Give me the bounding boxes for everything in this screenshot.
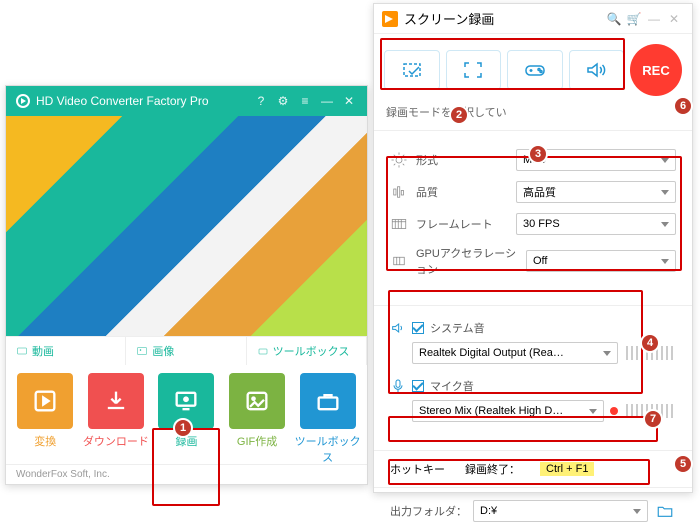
tab-image[interactable]: 画像 bbox=[126, 337, 246, 365]
mode-hint: 録画モードを選択してい bbox=[374, 104, 692, 126]
help-icon[interactable]: ? bbox=[253, 94, 269, 108]
speaker-icon bbox=[390, 320, 406, 336]
search-icon[interactable]: 🔍 bbox=[604, 12, 624, 26]
convert-button[interactable]: 変換 bbox=[12, 373, 79, 465]
system-audio-checkbox[interactable] bbox=[412, 322, 424, 334]
hotkey-stop-value: Ctrl + F1 bbox=[540, 462, 594, 476]
annotation-badge-5: 5 bbox=[673, 454, 693, 474]
mode-region-button[interactable] bbox=[384, 50, 440, 90]
annotation-badge-1: 1 bbox=[173, 418, 193, 438]
mic-status-dot bbox=[610, 407, 618, 415]
converter-footer: WonderFox Soft, Inc. bbox=[6, 464, 367, 484]
format-icon bbox=[390, 151, 408, 169]
system-audio-select[interactable]: Realtek Digital Output (Rea… bbox=[412, 342, 618, 364]
annotation-badge-6: 6 bbox=[673, 96, 693, 116]
hotkey-row: ホットキー 録画終了： Ctrl + F1 bbox=[374, 455, 692, 483]
annotation-badge-4: 4 bbox=[640, 333, 660, 353]
mode-game-button[interactable] bbox=[507, 50, 563, 90]
mic-audio-checkbox[interactable] bbox=[412, 380, 424, 392]
quality-select[interactable]: 高品質 bbox=[516, 181, 676, 203]
converter-titlebar: HD Video Converter Factory Pro ? ⚙ ≡ — ✕ bbox=[6, 86, 367, 116]
menu-icon[interactable]: ≡ bbox=[297, 94, 313, 108]
tab-video[interactable]: 動画 bbox=[6, 337, 126, 365]
mic-icon bbox=[390, 378, 406, 394]
system-audio-label: システム音 bbox=[430, 320, 485, 336]
format-label: 形式 bbox=[416, 152, 516, 168]
cart-icon[interactable]: 🛒 bbox=[624, 12, 644, 26]
main-buttons: 変換 ダウンロード 録画 GIF作成 ツールボックス bbox=[6, 365, 367, 469]
open-folder-icon[interactable] bbox=[654, 502, 676, 520]
annotation-badge-2: 2 bbox=[449, 105, 469, 125]
fps-label: フレームレート bbox=[416, 216, 516, 232]
audio-panel: システム音 Realtek Digital Output (Rea… マイク音 … bbox=[374, 310, 692, 446]
toolbox-button[interactable]: ツールボックス bbox=[294, 373, 361, 465]
hero-image bbox=[6, 116, 367, 336]
mode-audio-button[interactable] bbox=[569, 50, 625, 90]
minimize-icon[interactable]: — bbox=[319, 94, 335, 108]
recorder-titlebar: スクリーン録画 🔍 🛒 — ✕ bbox=[374, 4, 692, 34]
gif-button[interactable]: GIF作成 bbox=[224, 373, 291, 465]
quality-icon bbox=[390, 183, 408, 201]
recorder-logo-icon bbox=[382, 11, 398, 27]
annotation-badge-7: 7 bbox=[643, 409, 663, 429]
gpu-icon bbox=[390, 252, 408, 270]
converter-title: HD Video Converter Factory Pro bbox=[36, 94, 247, 108]
close-icon[interactable]: ✕ bbox=[341, 94, 357, 108]
mic-audio-label: マイク音 bbox=[430, 378, 474, 394]
recorder-title: スクリーン録画 bbox=[404, 9, 604, 28]
category-tabs: 動画 画像 ツールボックス bbox=[6, 336, 367, 365]
hotkey-stop-label: 録画終了： bbox=[465, 461, 520, 477]
mode-row: REC bbox=[374, 34, 692, 104]
gpu-select[interactable]: Off bbox=[526, 250, 676, 272]
close-icon[interactable]: ✕ bbox=[664, 12, 684, 26]
minimize-icon[interactable]: — bbox=[644, 12, 664, 26]
tab-toolbox[interactable]: ツールボックス bbox=[247, 337, 367, 365]
mode-fullscreen-button[interactable] bbox=[446, 50, 502, 90]
fps-icon bbox=[390, 215, 408, 233]
annotation-badge-3: 3 bbox=[528, 144, 548, 164]
rec-button[interactable]: REC bbox=[630, 44, 682, 96]
mic-audio-select[interactable]: Stereo Mix (Realtek High D… bbox=[412, 400, 604, 422]
app-logo-icon bbox=[16, 94, 30, 108]
output-path-select[interactable]: D:¥ bbox=[473, 500, 648, 522]
quality-label: 品質 bbox=[416, 184, 516, 200]
fps-select[interactable]: 30 FPS bbox=[516, 213, 676, 235]
output-label: 出力フォルダ： bbox=[390, 503, 467, 519]
hotkey-label: ホットキー bbox=[390, 461, 445, 477]
settings-icon[interactable]: ⚙ bbox=[275, 94, 291, 108]
output-row: 出力フォルダ： D:¥ bbox=[374, 492, 692, 530]
download-button[interactable]: ダウンロード bbox=[83, 373, 150, 465]
gpu-label: GPUアクセラレーション bbox=[416, 245, 526, 277]
